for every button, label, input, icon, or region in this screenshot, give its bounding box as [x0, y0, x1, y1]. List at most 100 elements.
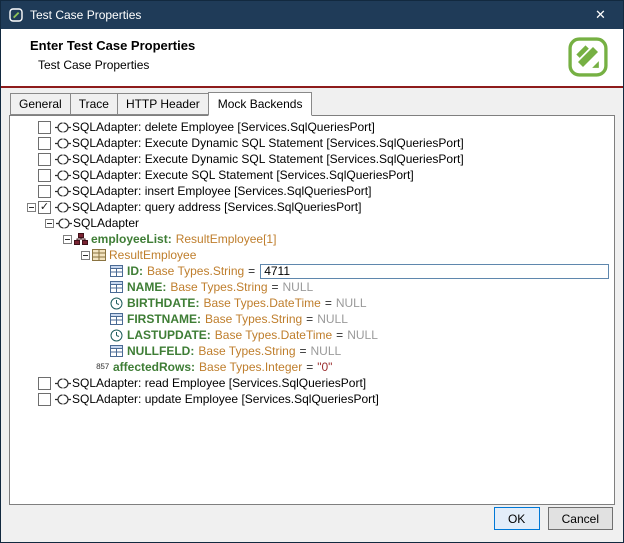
field-name: NULLFELD: — [127, 344, 194, 358]
tree-row[interactable]: 857affectedRows:Base Types.Integer="0" — [10, 359, 614, 375]
field-type: Base Types.DateTime — [215, 328, 332, 342]
ok-button[interactable]: OK — [494, 507, 540, 530]
row-checkbox[interactable] — [38, 153, 51, 166]
field-name: LASTUPDATE: — [127, 328, 211, 342]
tree-row[interactable]: NULLFELD:Base Types.String=NULL — [10, 343, 614, 359]
row-label: SQLAdapter — [73, 216, 139, 230]
header-subtitle: Test Case Properties — [38, 58, 623, 72]
collapse-icon[interactable] — [45, 219, 54, 228]
field-type: Base Types.String — [170, 280, 267, 294]
row-label: SQLAdapter: Execute SQL Statement [Servi… — [72, 168, 414, 182]
expander-slot — [24, 183, 38, 199]
header-title: Enter Test Case Properties — [30, 38, 623, 53]
field-type: ResultEmployee[1] — [176, 232, 277, 246]
row-checkbox[interactable] — [38, 185, 51, 198]
number-icon: 857 — [96, 363, 113, 372]
port-icon — [55, 170, 72, 181]
row-label: SQLAdapter: update Employee [Services.Sq… — [72, 392, 379, 406]
field-name: BIRTHDATE: — [127, 296, 199, 310]
port-icon — [55, 202, 72, 213]
field-value: NULL — [283, 280, 314, 294]
row-label: SQLAdapter: delete Employee [Services.Sq… — [72, 120, 375, 134]
struct-icon — [74, 233, 91, 245]
tree-row[interactable]: SQLAdapter: update Employee [Services.Sq… — [10, 391, 614, 407]
field-type: ResultEmployee — [109, 248, 196, 262]
field-name: employeeList: — [91, 232, 172, 246]
field-value-input[interactable] — [260, 264, 609, 279]
tree-row[interactable]: ✓ SQLAdapter: query address [Services.Sql… — [10, 199, 614, 215]
brand-logo — [568, 37, 608, 77]
field-value: NULL — [317, 312, 348, 326]
expander-slot — [24, 167, 38, 183]
row-label: SQLAdapter: read Employee [Services.SqlQ… — [72, 376, 366, 390]
row-label: SQLAdapter: insert Employee [Services.Sq… — [72, 184, 371, 198]
field-name: NAME: — [127, 280, 166, 294]
field-icon — [110, 265, 127, 277]
footer: OK Cancel — [494, 507, 613, 530]
port-icon — [55, 138, 72, 149]
equals-sign: = — [325, 296, 332, 310]
expander-slot — [24, 151, 38, 167]
field-value: NULL — [336, 296, 367, 310]
tree-row[interactable]: FIRSTNAME:Base Types.String=NULL — [10, 311, 614, 327]
row-checkbox[interactable] — [38, 393, 51, 406]
tree-row[interactable]: ID:Base Types.String= — [10, 263, 614, 279]
row-label: SQLAdapter: Execute Dynamic SQL Statemen… — [72, 136, 464, 150]
expander-slot — [60, 231, 74, 247]
tab-bar: General Trace HTTP Header Mock Backends — [9, 92, 615, 115]
equals-sign: = — [306, 360, 313, 374]
expander-slot — [24, 119, 38, 135]
field-type: Base Types.String — [147, 264, 244, 278]
tab-general[interactable]: General — [10, 93, 71, 115]
port-icon — [55, 122, 72, 133]
title-bar[interactable]: Test Case Properties ✕ — [1, 1, 623, 29]
tree-row[interactable]: SQLAdapter: Execute SQL Statement [Servi… — [10, 167, 614, 183]
tree-row[interactable]: SQLAdapter: Execute Dynamic SQL Statemen… — [10, 135, 614, 151]
row-label: SQLAdapter: query address [Services.SqlQ… — [72, 200, 361, 214]
field-value: "0" — [317, 360, 332, 374]
row-checkbox[interactable] — [38, 377, 51, 390]
field-value: NULL — [347, 328, 378, 342]
expander-slot — [96, 311, 110, 327]
tree-row[interactable]: SQLAdapter: Execute Dynamic SQL Statemen… — [10, 151, 614, 167]
expander-slot — [24, 391, 38, 407]
equals-sign: = — [272, 280, 279, 294]
tree-row[interactable]: SQLAdapter: insert Employee [Services.Sq… — [10, 183, 614, 199]
collapse-icon[interactable] — [27, 203, 36, 212]
tree-row[interactable]: NAME: Base Types.String = NULL — [10, 279, 614, 295]
app-icon — [9, 8, 23, 22]
collapse-icon[interactable] — [63, 235, 72, 244]
equals-sign: = — [248, 264, 255, 278]
test-case-properties-dialog: Test Case Properties ✕ Enter Test Case P… — [0, 0, 624, 543]
tab-trace[interactable]: Trace — [70, 93, 118, 115]
close-icon[interactable]: ✕ — [578, 1, 623, 29]
tree-row[interactable]: SQLAdapter: read Employee [Services.SqlQ… — [10, 375, 614, 391]
row-checkbox[interactable] — [38, 169, 51, 182]
record-icon — [92, 249, 109, 261]
tree-row[interactable]: ResultEmployee — [10, 247, 614, 263]
dialog-body: General Trace HTTP Header Mock Backends … — [1, 88, 623, 542]
expander-slot — [24, 375, 38, 391]
expander-slot — [78, 247, 92, 263]
tree-row[interactable]: BIRTHDATE: Base Types.DateTime = NULL — [10, 295, 614, 311]
field-type: Base Types.String — [205, 312, 302, 326]
expander-slot — [96, 295, 110, 311]
row-checkbox[interactable] — [38, 121, 51, 134]
tab-http-header[interactable]: HTTP Header — [117, 93, 209, 115]
port-icon — [56, 218, 73, 229]
row-checkbox[interactable] — [38, 137, 51, 150]
tree-row[interactable]: SQLAdapter — [10, 215, 614, 231]
tree-row[interactable]: employeeList: ResultEmployee[1] — [10, 231, 614, 247]
cancel-button[interactable]: Cancel — [548, 507, 613, 530]
tab-mock-backends[interactable]: Mock Backends — [208, 92, 313, 116]
tree-row[interactable]: LASTUPDATE:Base Types.DateTime=NULL — [10, 327, 614, 343]
collapse-icon[interactable] — [81, 251, 90, 260]
tree-row[interactable]: SQLAdapter: delete Employee [Services.Sq… — [10, 119, 614, 135]
field-value: NULL — [311, 344, 342, 358]
equals-sign: = — [300, 344, 307, 358]
field-type: Base Types.DateTime — [203, 296, 320, 310]
row-checkbox[interactable]: ✓ — [38, 201, 51, 214]
expander-slot — [42, 215, 56, 231]
field-type: Base Types.Integer — [199, 360, 302, 374]
field-icon — [110, 345, 127, 357]
